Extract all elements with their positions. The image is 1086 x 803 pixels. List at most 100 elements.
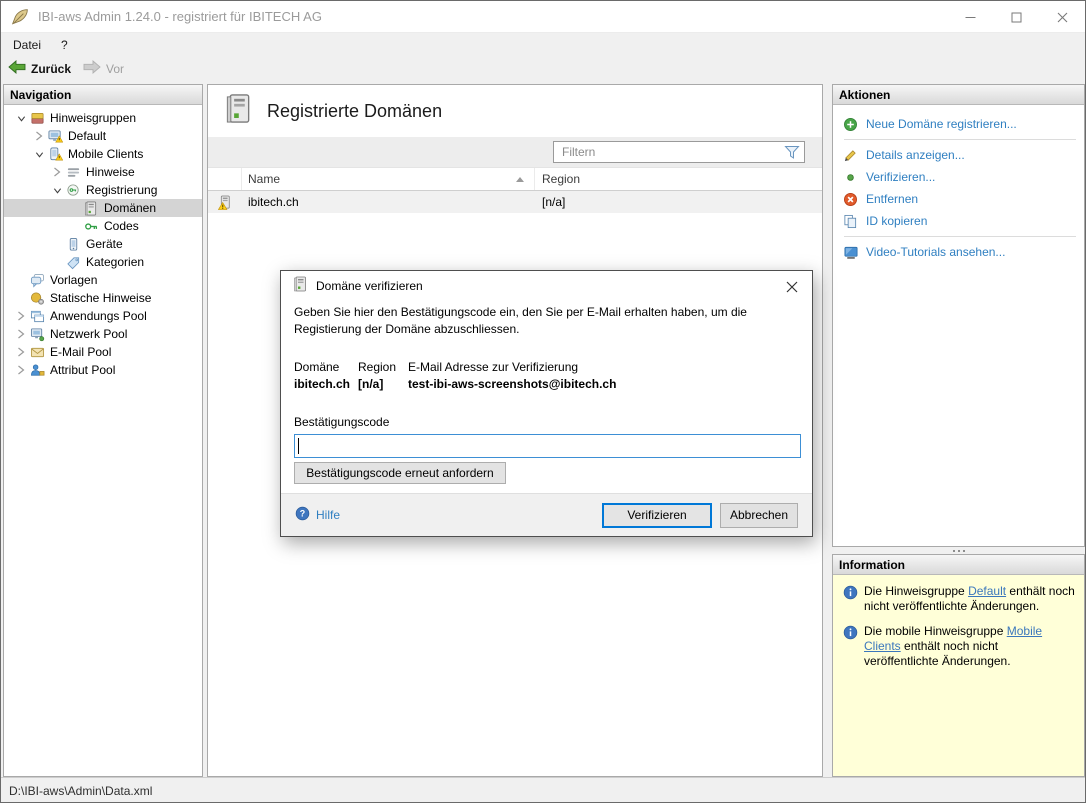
key-icon <box>84 218 104 234</box>
sidebar-item-netzwerk-pool[interactable]: Netzwerk Pool <box>4 325 202 343</box>
column-icon[interactable] <box>208 168 242 190</box>
separator <box>844 236 1076 237</box>
tree-label: Hinweise <box>86 165 141 179</box>
action-remove[interactable]: Entfernen <box>833 188 1084 210</box>
spacer <box>48 254 66 270</box>
cancel-button[interactable]: Abbrechen <box>720 503 798 528</box>
column-name[interactable]: Name <box>242 168 535 190</box>
info-item: Die Hinweisgruppe Default enthält noch n… <box>843 584 1076 614</box>
edit-icon <box>842 147 859 163</box>
tree-label: Domänen <box>104 201 162 215</box>
chevron-right-icon[interactable] <box>12 326 30 342</box>
info-item: Die mobile Hinweisgruppe Mobile Clients … <box>843 624 1076 669</box>
dialog-instruction: Geben Sie hier den Bestätigungscode ein,… <box>294 304 802 338</box>
tree-label: Kategorien <box>86 255 150 269</box>
sidebar-item-geraete[interactable]: Geräte <box>4 235 202 253</box>
mail-icon <box>30 344 50 360</box>
table-row[interactable]: ibitech.ch [n/a] <box>208 191 822 213</box>
code-input[interactable] <box>294 434 801 458</box>
add-icon <box>842 116 859 132</box>
cell-region: [n/a] <box>535 191 822 213</box>
separator <box>844 139 1076 140</box>
sidebar-item-default[interactable]: Default <box>4 127 202 145</box>
maximize-button[interactable] <box>993 1 1039 33</box>
server-warning-icon <box>208 191 242 213</box>
link-default[interactable]: Default <box>968 584 1006 598</box>
resend-code-button[interactable]: Bestätigungscode erneut anfordern <box>294 462 506 484</box>
sidebar-item-hinweisgruppen[interactable]: Hinweisgruppen <box>4 109 202 127</box>
action-video-tutorials[interactable]: Video-Tutorials ansehen... <box>833 241 1084 263</box>
spacer <box>12 290 30 306</box>
notes-icon <box>66 164 86 180</box>
panel-splitter-handle[interactable] <box>832 547 1085 554</box>
sidebar-item-email-pool[interactable]: E-Mail Pool <box>4 343 202 361</box>
sidebar-item-attribut-pool[interactable]: Attribut Pool <box>4 361 202 379</box>
tag-icon <box>66 254 86 270</box>
tree-label: Vorlagen <box>50 273 103 287</box>
app-quill-icon <box>11 8 29 26</box>
action-label: Neue Domäne registrieren... <box>866 117 1017 131</box>
monitor-warning-icon <box>48 128 68 144</box>
funnel-icon[interactable] <box>780 145 804 160</box>
chevron-right-icon[interactable] <box>48 164 66 180</box>
tree-label: Anwendungs Pool <box>50 309 153 323</box>
region-label: Region <box>358 360 408 374</box>
spacer <box>48 236 66 252</box>
action-label: Entfernen <box>866 192 918 206</box>
layers-icon <box>30 110 50 126</box>
tree-label: Geräte <box>86 237 129 251</box>
actions-header: Aktionen <box>833 85 1084 105</box>
close-button[interactable] <box>1039 1 1085 33</box>
action-new-domain[interactable]: Neue Domäne registrieren... <box>833 113 1084 135</box>
sort-ascending-icon <box>516 177 524 182</box>
action-copy-id[interactable]: ID kopieren <box>833 210 1084 232</box>
dialog-footer: ? Hilfe Verifizieren Abbrechen <box>281 493 812 536</box>
info-text: Die Hinweisgruppe Default enthält noch n… <box>864 584 1075 614</box>
sidebar-item-kategorien[interactable]: Kategorien <box>4 253 202 271</box>
menu-datei[interactable]: Datei <box>3 34 51 55</box>
sidebar-item-anwendungs-pool[interactable]: Anwendungs Pool <box>4 307 202 325</box>
information-header: Information <box>833 555 1084 575</box>
back-arrow-icon <box>8 60 26 77</box>
chevron-right-icon[interactable] <box>12 362 30 378</box>
sidebar-item-domaenen[interactable]: Domänen <box>4 199 202 217</box>
navigation-header: Navigation <box>4 85 202 105</box>
action-label: Video-Tutorials ansehen... <box>866 245 1005 259</box>
sidebar-item-statische-hinweise[interactable]: Statische Hinweise <box>4 289 202 307</box>
sidebar-item-mobile-clients[interactable]: Mobile Clients <box>4 145 202 163</box>
tree-label: Mobile Clients <box>68 147 149 161</box>
column-label: Name <box>248 172 280 186</box>
registration-icon <box>66 182 86 198</box>
menubar: Datei ? <box>1 34 1085 55</box>
filter-input[interactable] <box>554 142 780 162</box>
sidebar-item-registrierung[interactable]: Registrierung <box>4 181 202 199</box>
sidebar-item-hinweise[interactable]: Hinweise <box>4 163 202 181</box>
action-verify[interactable]: Verifizieren... <box>833 166 1084 188</box>
verify-dot-icon <box>842 169 859 185</box>
help-link[interactable]: ? Hilfe <box>295 506 340 524</box>
chevron-right-icon[interactable] <box>30 128 48 144</box>
column-region[interactable]: Region <box>535 168 822 190</box>
forward-label: Vor <box>106 62 124 76</box>
sidebar-item-codes[interactable]: Codes <box>4 217 202 235</box>
sidebar-item-vorlagen[interactable]: Vorlagen <box>4 271 202 289</box>
forward-button[interactable]: Vor <box>83 60 124 77</box>
domain-label: Domäne <box>294 360 358 374</box>
menu-help[interactable]: ? <box>51 34 78 55</box>
chevron-down-icon[interactable] <box>48 182 66 198</box>
close-icon[interactable] <box>781 278 803 296</box>
action-show-details[interactable]: Details anzeigen... <box>833 144 1084 166</box>
domain-value: ibitech.ch <box>294 377 358 391</box>
tree-label: Attribut Pool <box>50 363 121 377</box>
video-icon <box>842 244 859 260</box>
back-button[interactable]: Zurück <box>8 60 71 77</box>
chevron-right-icon[interactable] <box>12 344 30 360</box>
code-label: Bestätigungscode <box>294 415 799 429</box>
chevron-right-icon[interactable] <box>12 308 30 324</box>
chevron-down-icon[interactable] <box>30 146 48 162</box>
verify-button[interactable]: Verifizieren <box>602 503 712 528</box>
info-text-before: Die Hinweisgruppe <box>864 584 968 598</box>
chevron-down-icon[interactable] <box>12 110 30 126</box>
minimize-button[interactable] <box>947 1 993 33</box>
navigation-panel: Navigation Hinweisgruppen Default Mobile… <box>3 84 203 777</box>
